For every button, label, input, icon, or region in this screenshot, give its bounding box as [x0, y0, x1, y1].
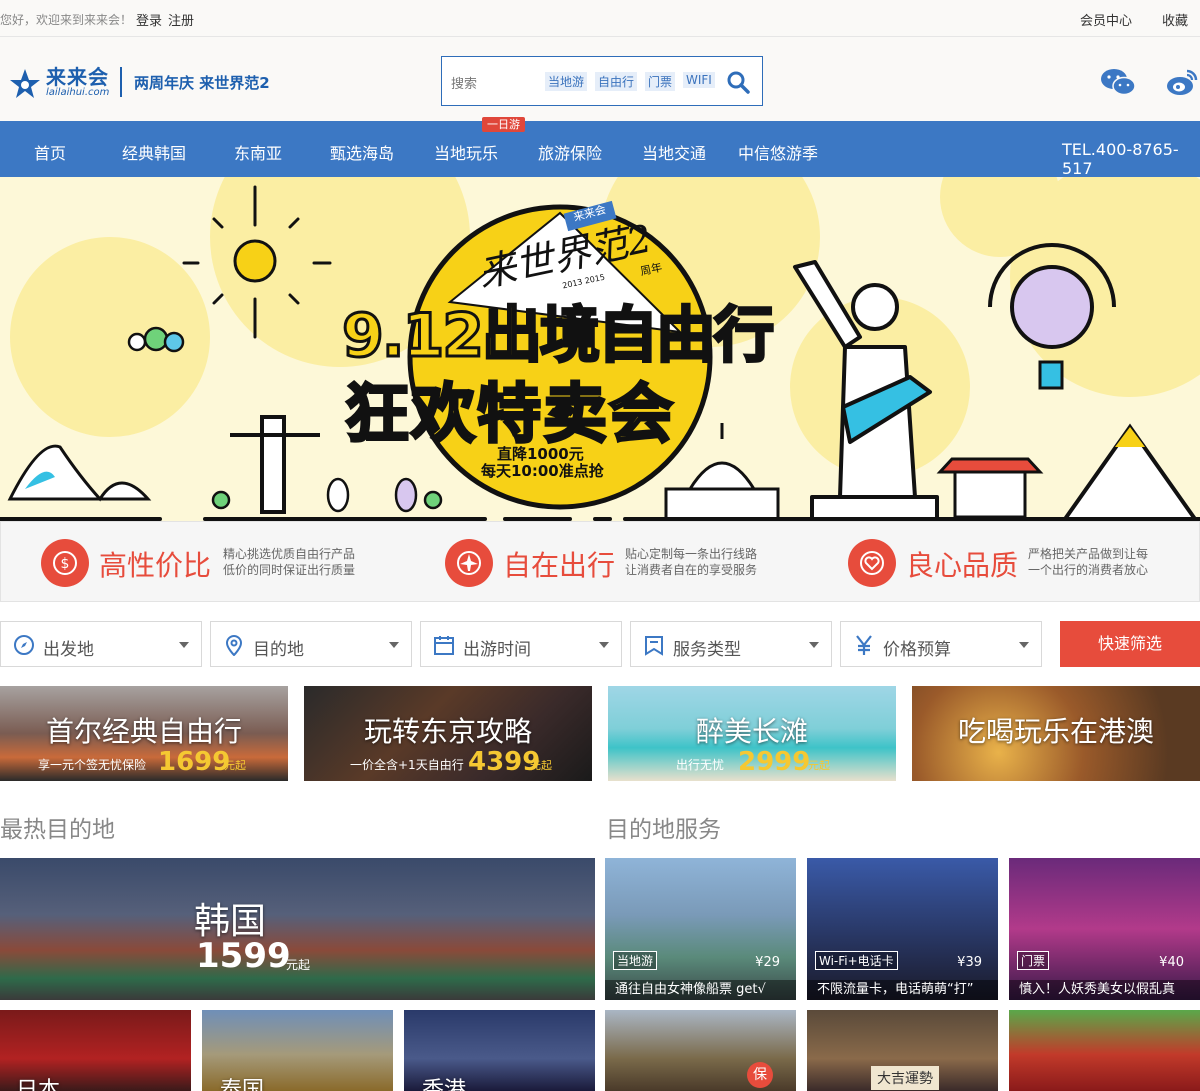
nav-citic[interactable]: 中信悠游季 [738, 140, 818, 164]
hero-banner[interactable]: 来来会 来世界范2 周年 2013 2015 9.12出境自由行 狂欢特卖会 直… [0, 177, 1200, 524]
destination-select[interactable]: 目的地 [210, 621, 412, 667]
main-nav: 首页 经典韩国 东南亚 甄选海岛 当地玩乐 一日游 旅游保险 当地交通 中信悠游… [0, 117, 1200, 178]
service-icon [645, 636, 663, 656]
banner-headline-2: 狂欢特卖会 [344, 377, 675, 454]
slogan: 两周年庆 来世界范2 [134, 74, 270, 92]
banner-note-2: 每天10:00准点抢 [481, 462, 604, 480]
nav-local-fun[interactable]: 当地玩乐 [434, 140, 498, 164]
feature-desc-quality: 严格把关产品做到让每 一个出行的消费者放心 [1028, 547, 1149, 577]
hot-destinations-title: 最热目的地 [0, 817, 115, 843]
quick-filter-button[interactable]: 快速筛选 [1060, 621, 1200, 667]
budget-select[interactable]: 价格预算 [840, 621, 1042, 667]
service-show[interactable]: 门票 ¥40 慎入！人妖秀美女以假乱真 [1009, 858, 1200, 1000]
service-buddha[interactable]: 保 [605, 1010, 796, 1091]
header: 来来会 lailaihui.com 两周年庆 来世界范2 搜索 当地游 自由行 … [0, 37, 1200, 121]
wechat-icon[interactable] [1100, 67, 1136, 97]
calendar-icon [434, 636, 454, 655]
promo-tokyo[interactable]: 玩转东京攻略 一价全含+1天自由行 4399 元起 [304, 686, 592, 781]
location-pin-icon [225, 634, 243, 656]
member-center-link[interactable]: 会员中心 [1080, 10, 1132, 29]
search-tag-local[interactable]: 当地游 [545, 72, 588, 91]
features-strip: $ 高性价比 精心挑选优质自由行产品 低价的同时保证出行质量 自在出行 贴心定制每… [0, 521, 1200, 602]
promo-boracay[interactable]: 醉美长滩 出行无忧 2999 元起 [608, 686, 896, 781]
logo-text[interactable]: 来来会 [46, 61, 109, 90]
dest-japan[interactable]: 日本 [0, 1010, 191, 1091]
weibo-icon[interactable] [1166, 67, 1198, 97]
search-box[interactable]: 搜索 当地游 自由行 门票 WIFI [441, 56, 763, 106]
hotline: TEL.400-8765-517 [1062, 140, 1179, 178]
departure-select[interactable]: 出发地 [0, 621, 202, 667]
dest-thailand[interactable]: 泰国 [202, 1010, 393, 1091]
feature-title-freedom: 自在出行 [503, 549, 616, 582]
service-type-select[interactable]: 服务类型 [630, 621, 832, 667]
yen-icon [856, 635, 872, 655]
logo-divider [120, 67, 122, 97]
feature-title-value: 高性价比 [99, 549, 212, 582]
search-tag-free-travel[interactable]: 自由行 [595, 72, 638, 91]
search-tag-wifi[interactable]: WIFI [683, 72, 715, 88]
nav-badge-day-tour: 一日游 [482, 117, 525, 132]
nav-southeast-asia[interactable]: 东南亚 [234, 140, 282, 164]
nav-insurance[interactable]: 旅游保险 [538, 140, 602, 164]
insurance-badge: 保 [747, 1062, 773, 1088]
nav-transport[interactable]: 当地交通 [642, 140, 706, 164]
logo-star-icon[interactable] [8, 67, 42, 101]
search-input[interactable]: 搜索 [451, 73, 477, 92]
favorites-link[interactable]: 收藏 [1162, 10, 1188, 29]
promo-hk-macau[interactable]: 吃喝玩乐在港澳 [912, 686, 1200, 781]
feature-desc-value: 精心挑选优质自由行产品 低价的同时保证出行质量 [223, 547, 356, 577]
top-bar: 您好，欢迎来到来来会！ 登录 注册 会员中心 收藏 [0, 0, 1200, 37]
nav-islands[interactable]: 甄选海岛 [330, 140, 394, 164]
logo-domain: lailaihui.com [46, 87, 110, 98]
nav-home[interactable]: 首页 [34, 140, 66, 164]
search-tag-tickets[interactable]: 门票 [645, 72, 676, 91]
destination-services-title: 目的地服务 [606, 817, 721, 843]
date-select[interactable]: 出游时间 [420, 621, 622, 667]
promo-seoul[interactable]: 首尔经典自由行 享一元个签无忧保险 1699 元起 [0, 686, 288, 781]
dest-hongkong[interactable]: 香港 [404, 1010, 595, 1091]
feature-desc-freedom: 贴心定制每一条出行线路 让消费者自在的享受服务 [625, 547, 758, 577]
service-bus[interactable] [1009, 1010, 1200, 1091]
dollar-icon: $ [41, 539, 89, 587]
heart-icon [848, 539, 896, 587]
plane-icon [445, 539, 493, 587]
service-fortune[interactable]: 大吉運勢 [807, 1010, 998, 1091]
service-liberty[interactable]: 当地游 ¥29 通往自由女神像船票 get√ [605, 858, 796, 1000]
filter-bar: 出发地 目的地 出游时间 服务类型 价格预算 快速筛选 [0, 621, 1200, 667]
login-link[interactable]: 登录 [136, 10, 162, 29]
svg-text:$: $ [61, 556, 70, 572]
feature-title-quality: 良心品质 [906, 549, 1019, 582]
register-link[interactable]: 注册 [168, 10, 194, 29]
fortune-sign: 大吉運勢 [871, 1066, 939, 1090]
nav-korea[interactable]: 经典韩国 [122, 140, 186, 164]
compass-icon [14, 635, 34, 655]
service-wifi[interactable]: Wi-Fi+电话卡 ¥39 不限流量卡，电话萌萌“打” [807, 858, 998, 1000]
welcome-text: 您好，欢迎来到来来会！ [0, 13, 133, 27]
banner-headline-1: 9.12出境自由行 [340, 300, 775, 373]
dest-korea[interactable]: 韩国 1599 元起 [0, 858, 595, 1000]
search-icon[interactable] [726, 70, 750, 94]
